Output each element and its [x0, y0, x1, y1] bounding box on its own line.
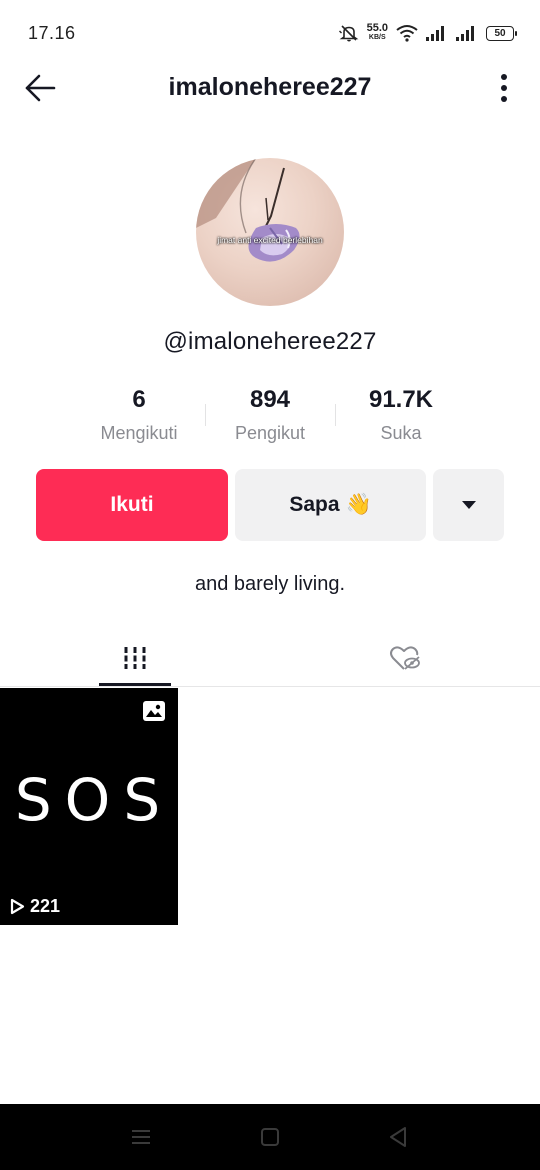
caret-down-icon [461, 501, 476, 509]
stat-likes[interactable]: 91.7K Suka [331, 386, 471, 444]
more-dot [501, 74, 507, 80]
active-tab-indicator [99, 683, 171, 686]
signal-icon [456, 25, 478, 41]
waving-hand-icon: 👋 [345, 493, 372, 516]
signal-icon [426, 25, 448, 41]
network-speed-unit: KB/S [368, 34, 386, 41]
stat-following-count: 6 [132, 386, 146, 413]
system-nav-bar [0, 1104, 540, 1170]
network-speed: 55.0 KB/S [366, 22, 388, 42]
more-dot [501, 96, 507, 102]
stat-following-label: Mengikuti [100, 423, 178, 443]
stat-followers-label: Pengikut [234, 423, 306, 443]
profile-header: imaloneheree227 [0, 60, 540, 116]
profile-stats: 6 Mengikuti 894 Pengikut 91.7K Suka [0, 386, 540, 446]
triangle-back-icon [390, 1127, 406, 1147]
hidden-heart-icon [390, 646, 420, 670]
follow-button-label: Ikuti [110, 493, 154, 516]
view-count: 221 [10, 896, 60, 917]
greet-button-label: Sapa [289, 493, 340, 516]
stat-followers[interactable]: 894 Pengikut [200, 386, 340, 444]
tab-liked[interactable] [270, 630, 540, 686]
status-bar: 17.16 55.0 KB/S 50 [0, 0, 540, 66]
square-icon [261, 1128, 279, 1146]
stat-following[interactable]: 6 Mengikuti [69, 386, 209, 444]
network-speed-value: 55.0 [366, 22, 388, 34]
profile-username: @imaloneheree227 [163, 328, 377, 355]
mute-bell-icon [338, 24, 359, 42]
greet-button[interactable]: Sapa 👋 [235, 469, 426, 541]
battery-icon: 50 [486, 25, 517, 41]
play-icon [10, 898, 25, 915]
stat-likes-count: 91.7K [368, 386, 434, 413]
grid-icon [124, 647, 146, 669]
page-title: imaloneheree227 [168, 73, 372, 101]
status-time: 17.16 [28, 23, 76, 43]
more-dot [501, 85, 507, 91]
more-options-button[interactable] [494, 70, 514, 106]
thumbnail-text: SOS [14, 766, 174, 834]
avatar-image [196, 158, 300, 262]
home-button[interactable] [255, 1124, 285, 1150]
status-icons: 55.0 KB/S 50 [338, 22, 517, 44]
suggested-accounts-button[interactable] [433, 469, 504, 541]
follow-button[interactable]: Ikuti [36, 469, 228, 541]
photo-icon [143, 701, 165, 721]
view-count-value: 221 [30, 896, 61, 916]
avatar[interactable]: jimat anti excited berlebihan [196, 158, 344, 306]
profile-actions: Ikuti Sapa 👋 [36, 469, 504, 541]
stat-likes-label: Suka [380, 423, 422, 443]
profile-tabs [0, 630, 540, 687]
avatar-caption: jimat anti excited berlebihan [217, 235, 323, 245]
profile-bio: and barely living. [194, 573, 346, 595]
wifi-icon [396, 24, 418, 42]
system-back-button[interactable] [383, 1124, 413, 1150]
menu-icon [132, 1130, 150, 1144]
recent-apps-button[interactable] [126, 1124, 156, 1150]
stat-followers-count: 894 [249, 386, 291, 413]
tab-videos[interactable] [0, 630, 270, 686]
video-thumbnail[interactable]: SOS 221 [0, 688, 178, 925]
